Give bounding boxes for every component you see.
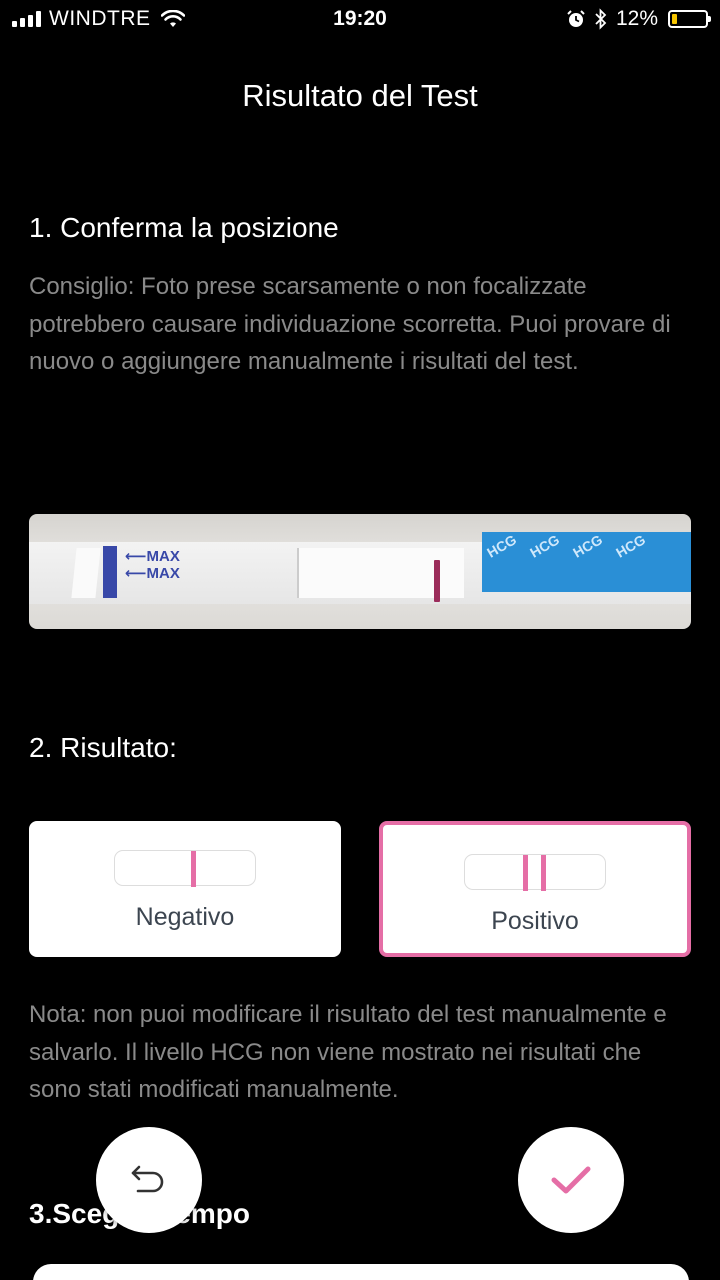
control-line-mini: [541, 855, 546, 891]
positive-label: Positivo: [491, 907, 579, 935]
screen: WINDTRE 19:20 12% Risultato del Test 1. …: [0, 0, 720, 1280]
battery-icon: [668, 10, 711, 28]
max-label-2: MAX: [146, 565, 180, 582]
time-picker-panel[interactable]: [33, 1264, 689, 1280]
alarm-icon: [567, 10, 585, 27]
bluetooth-icon: [595, 8, 607, 30]
wrapper-text: HCG: [484, 532, 520, 561]
negative-label: Negativo: [135, 903, 235, 931]
strip-wrapper: HCG HCG HCG HCG: [482, 532, 691, 592]
strip-blue-bar: [103, 546, 117, 598]
max-label-1: MAX: [146, 548, 180, 565]
check-icon: [551, 1166, 591, 1194]
wrapper-text: HCG: [613, 532, 649, 561]
battery-percent: 12%: [615, 7, 658, 30]
note-text: Nota: non puoi modificare il risultato d…: [29, 1001, 667, 1103]
negative-option[interactable]: Negativo: [29, 821, 341, 957]
control-line: [434, 560, 440, 602]
undo-button[interactable]: [96, 1127, 202, 1233]
status-right: 12%: [566, 7, 711, 31]
single-line: [191, 851, 196, 887]
section2-title: 2. Risultato:: [29, 732, 177, 763]
confirm-button[interactable]: [518, 1127, 624, 1233]
wrapper-text: HCG: [570, 532, 606, 561]
negative-strip-icon: [114, 850, 256, 887]
section1-title: 1. Conferma la posizione: [29, 212, 339, 243]
positive-option[interactable]: Positivo: [379, 821, 691, 957]
positive-strip-icon: [464, 854, 606, 891]
test-strip-photo: ⟵MAX ⟵MAX HCG HCG HCG HCG: [29, 514, 691, 629]
page-title: Risultato del Test: [242, 78, 478, 113]
status-bar: WINDTRE 19:20 12%: [0, 0, 720, 40]
undo-icon: [131, 1165, 164, 1193]
test-line: [523, 855, 528, 891]
wrapper-text: HCG: [527, 532, 563, 561]
max-marks: ⟵MAX ⟵MAX: [125, 548, 180, 582]
tip-text: Consiglio: Foto prese scarsamente o non …: [29, 273, 671, 375]
strip-tab: [71, 548, 101, 598]
